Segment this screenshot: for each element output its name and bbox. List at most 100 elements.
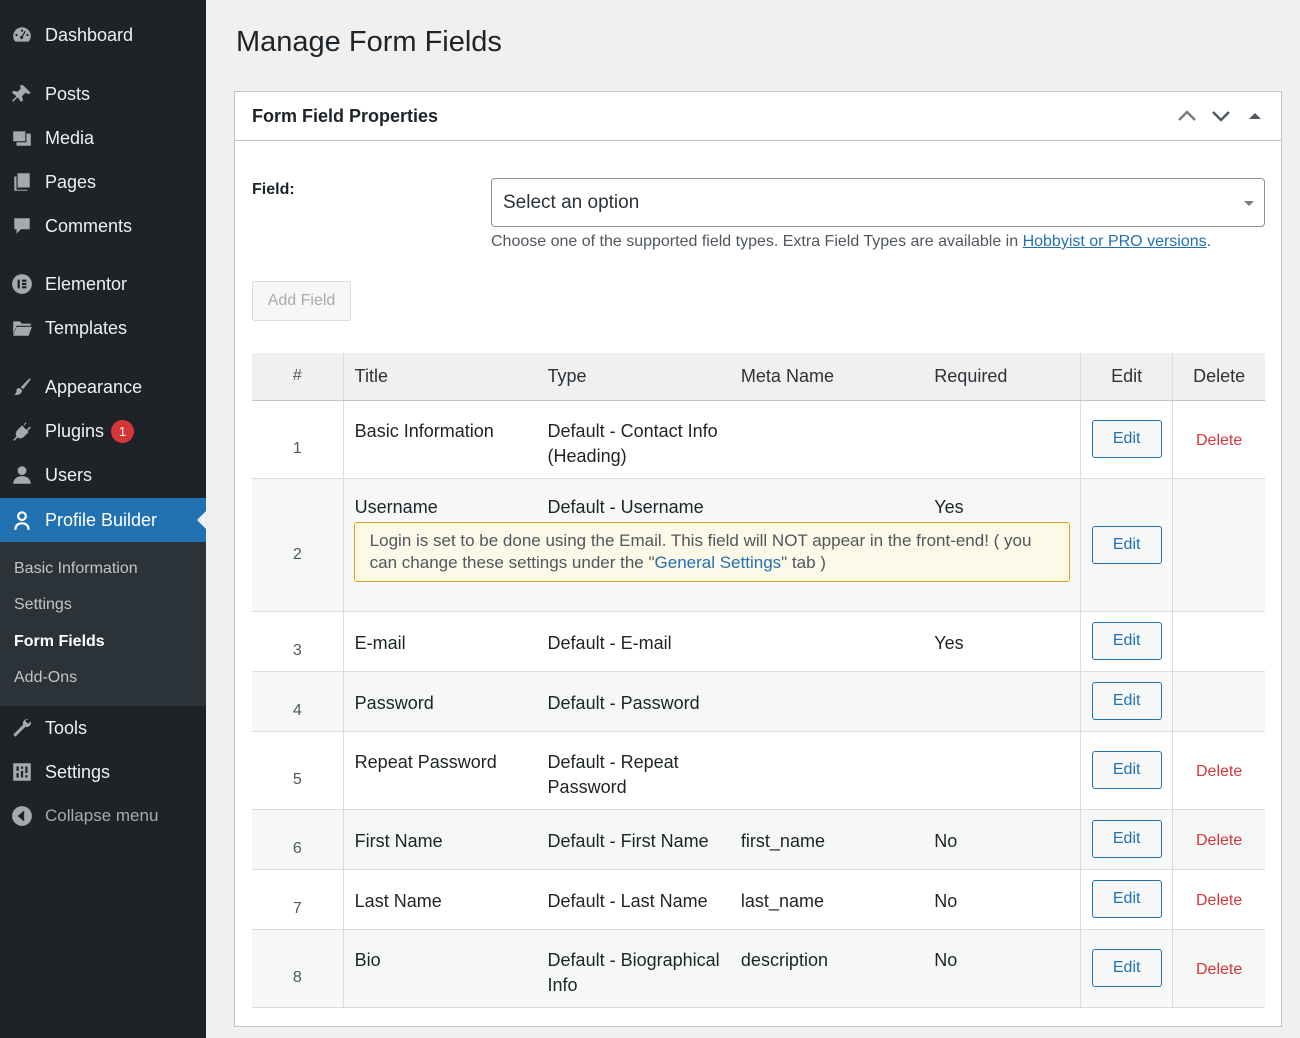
cell-number: 8 xyxy=(252,929,344,1007)
menu-label: Pages xyxy=(45,171,97,192)
cell-meta-name: description xyxy=(729,929,924,1007)
cell-title: First Name xyxy=(343,809,537,869)
menu-profile-builder[interactable]: Profile Builder xyxy=(0,498,206,542)
type-text: Default - Biographical Info xyxy=(547,949,720,995)
edit-button[interactable]: Edit xyxy=(1091,949,1162,987)
cell-edit: Edit xyxy=(1080,611,1173,671)
cell-required: No xyxy=(923,809,1081,869)
menu-label: Profile Builder xyxy=(45,509,158,530)
type-text: Default - Repeat Password xyxy=(547,751,679,797)
menu-appearance[interactable]: Appearance xyxy=(0,369,206,405)
menu-dashboard[interactable]: Dashboard xyxy=(0,17,206,53)
type-text: Default - E-mail xyxy=(547,632,672,653)
header-num: # xyxy=(252,353,344,401)
delete-link[interactable]: Delete xyxy=(1196,892,1242,909)
settings-icon xyxy=(10,760,34,784)
menu-label: Dashboard xyxy=(45,24,134,45)
cell-number: 5 xyxy=(252,731,344,809)
edit-button[interactable]: Edit xyxy=(1091,820,1162,858)
menu-elementor[interactable]: Elementor xyxy=(0,266,206,302)
cell-edit: Edit xyxy=(1080,869,1173,929)
table-row: 7 Last Name Default - Last Name last_name No… xyxy=(252,869,1265,929)
cell-edit: Edit xyxy=(1080,929,1173,1007)
upgrade-link[interactable]: Hobbyist or PRO versions xyxy=(1023,233,1207,250)
chevron-down-icon xyxy=(1244,201,1254,211)
menu-label: Media xyxy=(45,127,95,148)
header-delete: Delete xyxy=(1172,353,1265,401)
cell-delete: Delete xyxy=(1172,869,1265,929)
admin-sidebar: Dashboard Posts Media Pages Comments Ele… xyxy=(0,0,206,1038)
title-text: Last Name xyxy=(354,890,442,911)
form-fields-table: # Title Type Meta Name Required Edit Del… xyxy=(252,353,1265,1008)
submenu-settings[interactable]: Settings xyxy=(14,596,72,614)
delete-link[interactable]: Delete xyxy=(1196,832,1242,849)
cell-title: Bio xyxy=(343,929,537,1007)
cell-required: Yes xyxy=(934,632,964,653)
pages-icon xyxy=(10,170,34,194)
type-text: Default - Last Name xyxy=(547,890,708,911)
title-text: Basic Information xyxy=(354,420,494,441)
notice-text-end: " tab ) xyxy=(781,552,826,572)
menu-pages[interactable]: Pages xyxy=(0,164,206,200)
delete-link[interactable]: Delete xyxy=(1196,432,1242,449)
move-down-button[interactable] xyxy=(1209,104,1233,128)
edit-button[interactable]: Edit xyxy=(1091,682,1162,720)
menu-settings[interactable]: Settings xyxy=(0,754,206,790)
cell-title: Repeat Password xyxy=(343,731,536,809)
help-text: Choose one of the supported field types.… xyxy=(491,233,1023,250)
wrench-icon xyxy=(10,716,34,740)
submenu-form-fields[interactable]: Form Fields xyxy=(14,633,105,651)
table-row: 8 Bio Default - Biographical Info descripti… xyxy=(252,929,1265,1007)
cell-title: E-mail xyxy=(343,611,536,671)
edit-button[interactable]: Edit xyxy=(1091,880,1162,918)
cell-meta-name xyxy=(730,731,923,809)
menu-posts[interactable]: Posts xyxy=(0,76,206,112)
menu-plugins[interactable]: Plugins 1 xyxy=(0,413,206,449)
menu-users[interactable]: Users xyxy=(0,457,206,493)
menu-label: Comments xyxy=(45,215,133,236)
dashboard-icon xyxy=(10,23,34,47)
header-meta-name: Meta Name xyxy=(729,353,924,401)
collapse-menu-button[interactable]: Collapse menu xyxy=(0,798,206,834)
cell-type: Default - Last Name xyxy=(537,869,730,929)
edit-button[interactable]: Edit xyxy=(1091,751,1162,789)
select-value: Select an option xyxy=(503,191,640,213)
cell-delete xyxy=(1172,671,1265,731)
cell-meta-name xyxy=(730,611,923,671)
header-type: Type xyxy=(536,353,730,401)
menu-templates[interactable]: Templates xyxy=(0,310,206,346)
move-up-button[interactable] xyxy=(1175,104,1199,128)
brush-icon xyxy=(10,375,34,399)
header-edit: Edit xyxy=(1080,353,1173,401)
menu-tools[interactable]: Tools xyxy=(0,710,206,746)
cell-edit: Edit xyxy=(1080,478,1173,611)
delete-link[interactable]: Delete xyxy=(1196,763,1242,780)
menu-media[interactable]: Media xyxy=(0,120,206,156)
cell-delete: Delete xyxy=(1172,929,1265,1007)
add-field-button[interactable]: Add Field xyxy=(252,281,351,321)
menu-label: Collapse menu xyxy=(45,806,159,825)
submenu-add-ons[interactable]: Add-Ons xyxy=(14,669,77,687)
title-text: Username xyxy=(354,496,438,517)
menu-comments[interactable]: Comments xyxy=(0,208,206,244)
cell-number: 2 xyxy=(252,478,344,611)
cell-delete: Delete xyxy=(1172,731,1265,809)
profile-icon xyxy=(10,508,34,532)
edit-button[interactable]: Edit xyxy=(1091,525,1162,564)
delete-link[interactable]: Delete xyxy=(1196,961,1242,978)
edit-button[interactable]: Edit xyxy=(1091,622,1162,660)
folder-icon xyxy=(10,316,34,340)
submenu-basic-information[interactable]: Basic Information xyxy=(14,560,138,578)
general-settings-link[interactable]: General Settings xyxy=(655,553,782,572)
media-icon xyxy=(10,126,34,150)
cell-number: 4 xyxy=(252,671,344,731)
field-type-select[interactable]: Select an option xyxy=(491,178,1265,227)
table-row: 6 First Name Default - First Name first_nam… xyxy=(252,809,1265,869)
menu-label: Appearance xyxy=(45,376,143,397)
toggle-panel-button[interactable] xyxy=(1243,104,1267,128)
cell-meta-name: last_name xyxy=(740,890,824,911)
cell-type: Default - First Name xyxy=(536,809,730,869)
edit-button[interactable]: Edit xyxy=(1091,420,1162,458)
postbox-controls xyxy=(1175,104,1267,128)
cell-edit: Edit xyxy=(1080,809,1173,869)
